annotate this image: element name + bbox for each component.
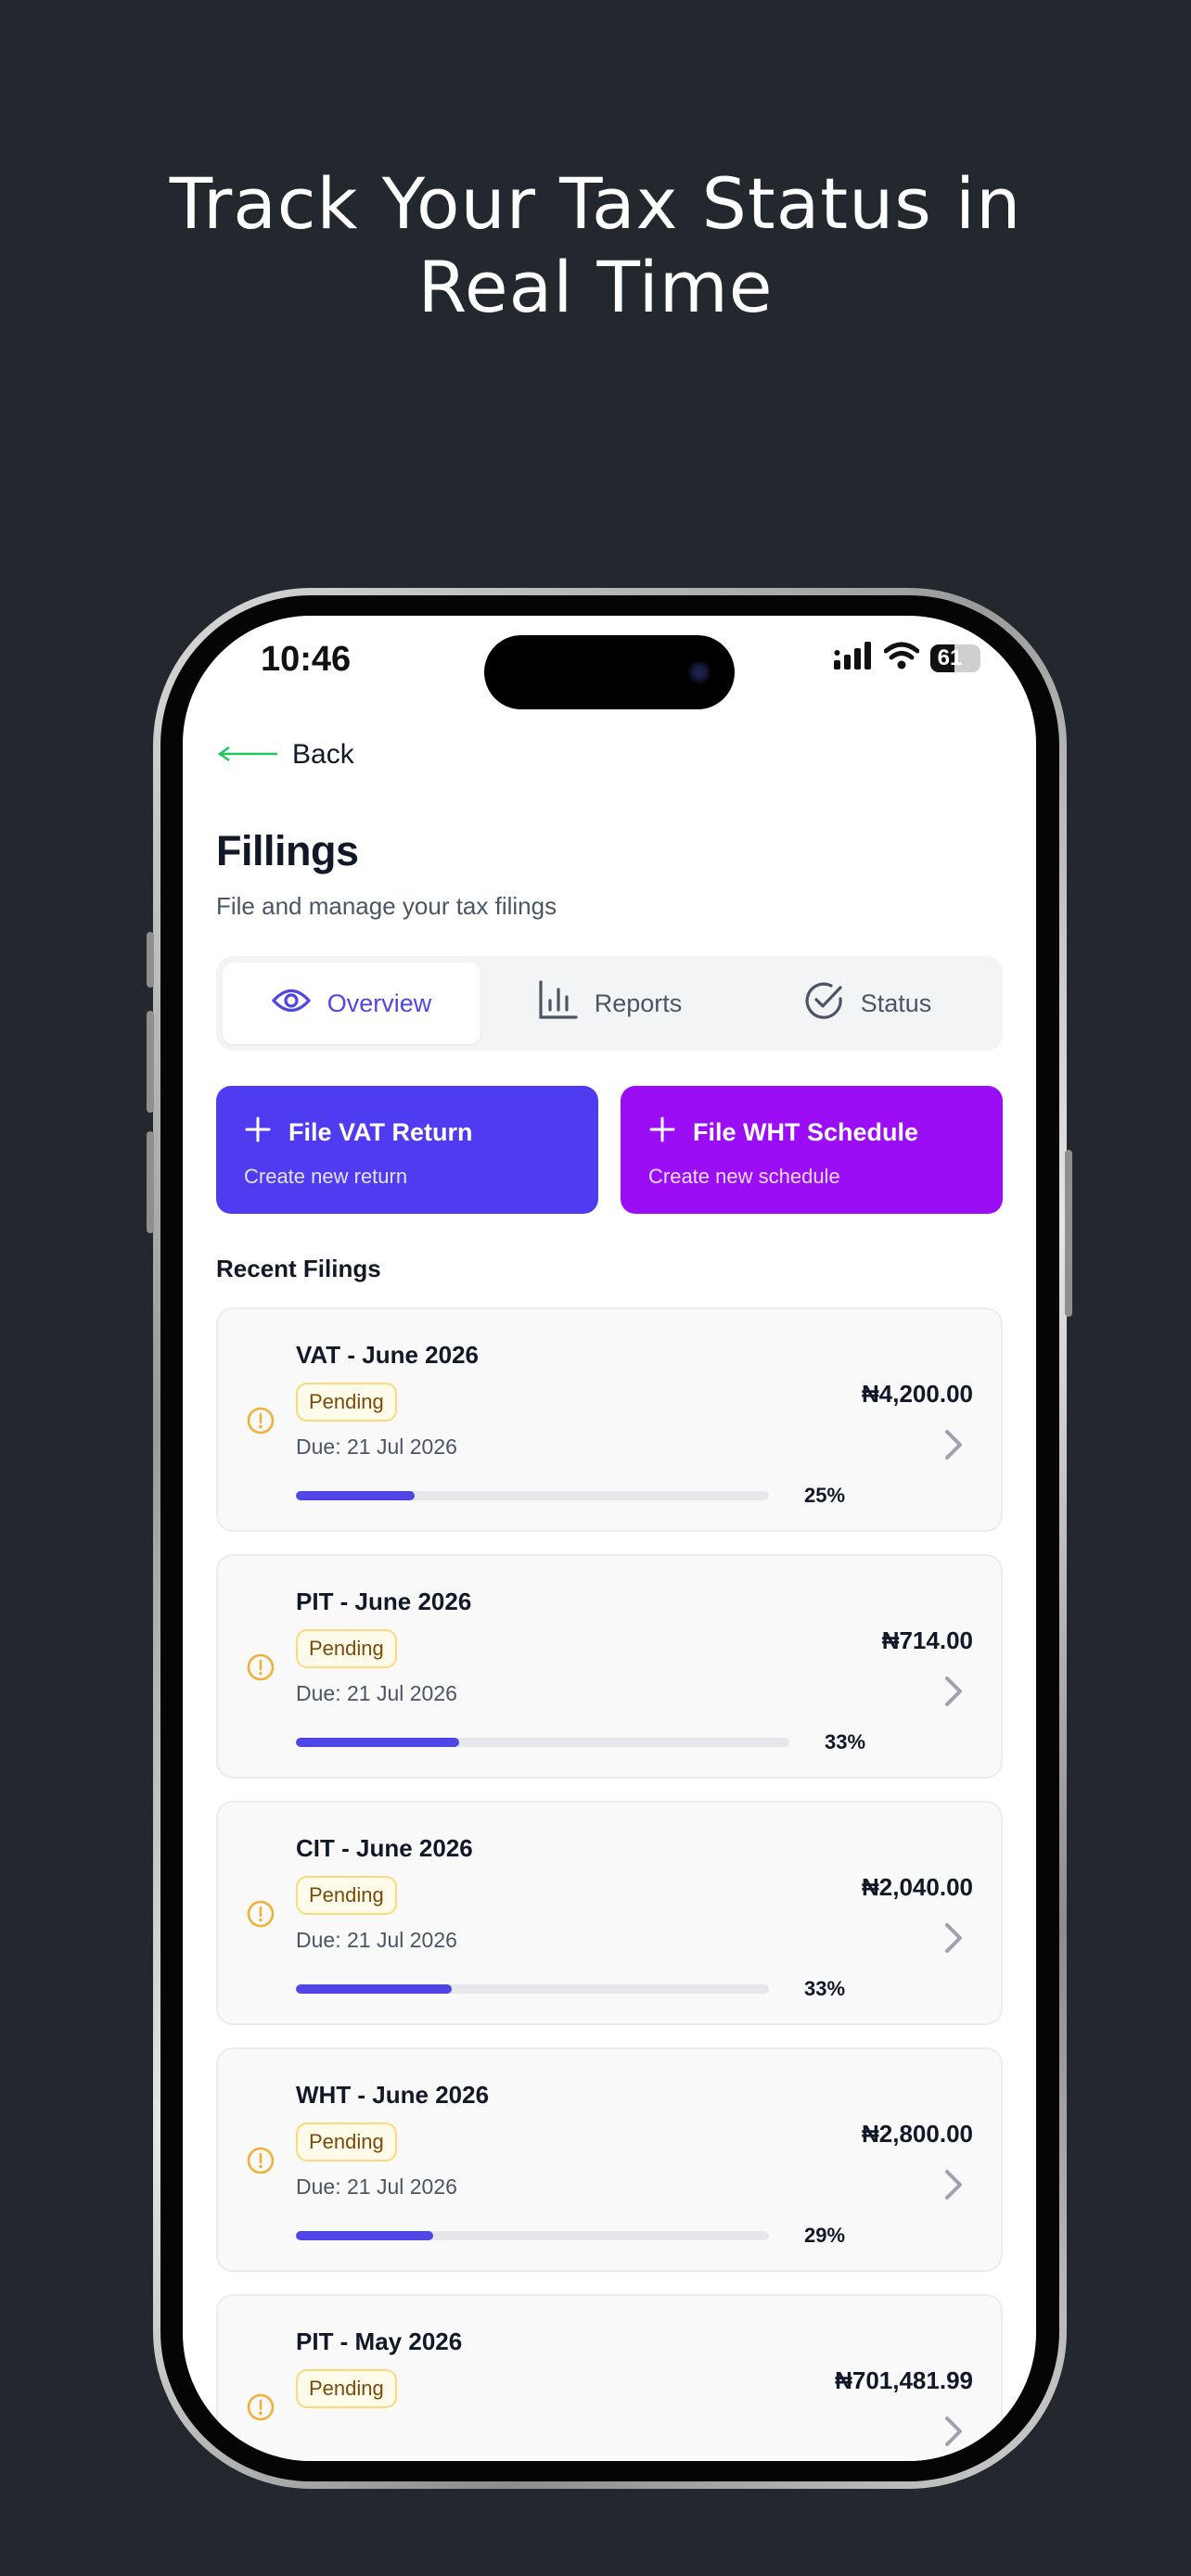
progress-track <box>296 1738 789 1747</box>
plus-icon <box>648 1116 676 1150</box>
filing-due-date: Due: 21 Jul 2026 <box>296 1928 457 1952</box>
filing-details: WHT - June 2026 Pending Due: 21 Jul 2026… <box>296 2081 845 2248</box>
filing-card[interactable]: PIT - May 2026 Pending ₦701,481.99 <box>216 2294 1003 2461</box>
page-subtitle: File and manage your tax filings <box>216 892 557 920</box>
status-icons: 61 <box>834 642 980 674</box>
recent-filings-list: VAT - June 2026 Pending Due: 21 Jul 2026… <box>216 1307 1003 2461</box>
chevron-right-icon[interactable] <box>943 2168 964 2206</box>
filing-due-date: Due: 21 Jul 2026 <box>296 1681 457 1705</box>
filing-amount: ₦4,200.00 <box>862 1380 973 1408</box>
alert-circle-icon <box>246 1406 275 1440</box>
phone-screen: 10:46 61 Back Fillings File and manage y… <box>183 616 1036 2461</box>
alert-circle-icon <box>246 2392 275 2427</box>
progress-track <box>296 1984 769 1994</box>
progress-fill <box>296 1984 452 1994</box>
filing-progress: 25% <box>296 1484 845 1508</box>
filing-title: PIT - May 2026 <box>296 2327 463 2355</box>
file-vat-return-subtitle: Create new return <box>244 1165 408 1188</box>
filing-title: VAT - June 2026 <box>296 1341 479 1369</box>
signal-icon <box>834 642 873 674</box>
file-vat-return-label: File VAT Return <box>288 1118 473 1146</box>
progress-fill <box>296 2231 433 2240</box>
tab-reports-label: Reports <box>594 988 683 1017</box>
wifi-icon <box>883 642 920 674</box>
phone-side-button <box>147 932 154 988</box>
check-circle-icon <box>803 980 844 1027</box>
progress-percent: 33% <box>825 1730 866 1753</box>
filing-due-date: Due: 21 Jul 2026 <box>296 1435 457 1459</box>
back-button[interactable]: Back <box>216 727 1003 783</box>
file-vat-return-button[interactable]: File VAT Return Create new return <box>216 1086 598 1214</box>
file-wht-schedule-label: File WHT Schedule <box>693 1118 919 1146</box>
page-title: Fillings <box>216 827 359 874</box>
status-badge: Pending <box>296 2123 397 2162</box>
chevron-right-icon[interactable] <box>943 2415 964 2453</box>
filing-progress: 33% <box>296 1977 845 2001</box>
status-badge: Pending <box>296 2369 397 2408</box>
eye-icon <box>271 987 311 1021</box>
progress-track <box>296 1491 769 1500</box>
tab-status[interactable]: Status <box>738 963 996 1044</box>
phone-volume-up-button <box>147 1011 154 1113</box>
filing-title: WHT - June 2026 <box>296 2081 490 2109</box>
filing-amount: ₦701,481.99 <box>835 2366 973 2394</box>
filing-amount: ₦2,800.00 <box>862 2120 973 2148</box>
progress-fill <box>296 1738 459 1747</box>
status-badge: Pending <box>296 1383 397 1422</box>
filing-amount: ₦2,040.00 <box>862 1873 973 1901</box>
page: Track Your Tax Status in Real Time 10:46 <box>0 0 1191 2576</box>
dynamic-island <box>484 635 735 709</box>
alert-circle-icon <box>246 1899 275 1933</box>
alert-circle-icon <box>246 1652 275 1687</box>
bar-chart-icon <box>537 979 578 1027</box>
tab-overview[interactable]: Overview <box>223 963 480 1044</box>
main-content: Back Fillings File and manage your tax f… <box>216 727 1003 2461</box>
battery-icon: 61 <box>930 644 980 672</box>
phone-volume-down-button <box>147 1131 154 1233</box>
alert-circle-icon <box>246 2146 275 2180</box>
battery-percent: 61 <box>937 644 963 670</box>
tab-reports[interactable]: Reports <box>480 963 738 1044</box>
filing-details: VAT - June 2026 Pending Due: 21 Jul 2026… <box>296 1341 845 1508</box>
file-wht-schedule-button[interactable]: File WHT Schedule Create new schedule <box>621 1086 1003 1214</box>
filing-card[interactable]: WHT - June 2026 Pending Due: 21 Jul 2026… <box>216 2047 1003 2272</box>
arrow-left-icon <box>216 739 279 771</box>
progress-fill <box>296 1491 415 1500</box>
filing-due-date: Due: 21 Jul 2026 <box>296 2174 457 2199</box>
progress-track <box>296 2231 769 2240</box>
marketing-headline: Track Your Tax Status in Real Time <box>0 162 1191 329</box>
back-label: Back <box>292 739 354 770</box>
filing-progress: 33% <box>296 1730 865 1754</box>
status-badge: Pending <box>296 1629 397 1668</box>
chevron-right-icon[interactable] <box>943 1675 964 1713</box>
plus-icon <box>244 1116 272 1150</box>
file-wht-schedule-subtitle: Create new schedule <box>648 1165 840 1188</box>
headline-line-1: Track Your Tax Status in <box>169 162 1022 245</box>
chevron-right-icon[interactable] <box>943 1428 964 1466</box>
filing-card[interactable]: CIT - June 2026 Pending Due: 21 Jul 2026… <box>216 1801 1003 2025</box>
filing-title: CIT - June 2026 <box>296 1834 473 1862</box>
chevron-right-icon[interactable] <box>943 1921 964 1959</box>
tab-status-label: Status <box>860 988 932 1017</box>
headline-line-2: Real Time <box>417 246 774 328</box>
filing-details: CIT - June 2026 Pending Due: 21 Jul 2026… <box>296 1834 845 2001</box>
phone-power-button <box>1065 1150 1072 1317</box>
recent-filings-title: Recent Filings <box>216 1255 381 1282</box>
tab-bar: Overview Reports Status <box>216 956 1003 1051</box>
filing-progress: 29% <box>296 2224 845 2248</box>
filing-details: PIT - June 2026 Pending Due: 21 Jul 2026… <box>296 1588 865 1754</box>
tab-overview-label: Overview <box>327 988 432 1017</box>
quick-actions: File VAT Return Create new return File W… <box>216 1086 1003 1214</box>
status-badge: Pending <box>296 1876 397 1915</box>
progress-percent: 29% <box>804 2224 846 2247</box>
camera-icon <box>688 661 711 683</box>
status-time: 10:46 <box>261 640 352 679</box>
filing-title: PIT - June 2026 <box>296 1588 472 1615</box>
filing-details: PIT - May 2026 Pending <box>296 2327 462 2408</box>
filing-amount: ₦714.00 <box>881 1626 973 1654</box>
filing-card[interactable]: PIT - June 2026 Pending Due: 21 Jul 2026… <box>216 1554 1003 1779</box>
progress-percent: 25% <box>804 1484 846 1507</box>
progress-percent: 33% <box>804 1977 846 2000</box>
filing-card[interactable]: VAT - June 2026 Pending Due: 21 Jul 2026… <box>216 1307 1003 1532</box>
